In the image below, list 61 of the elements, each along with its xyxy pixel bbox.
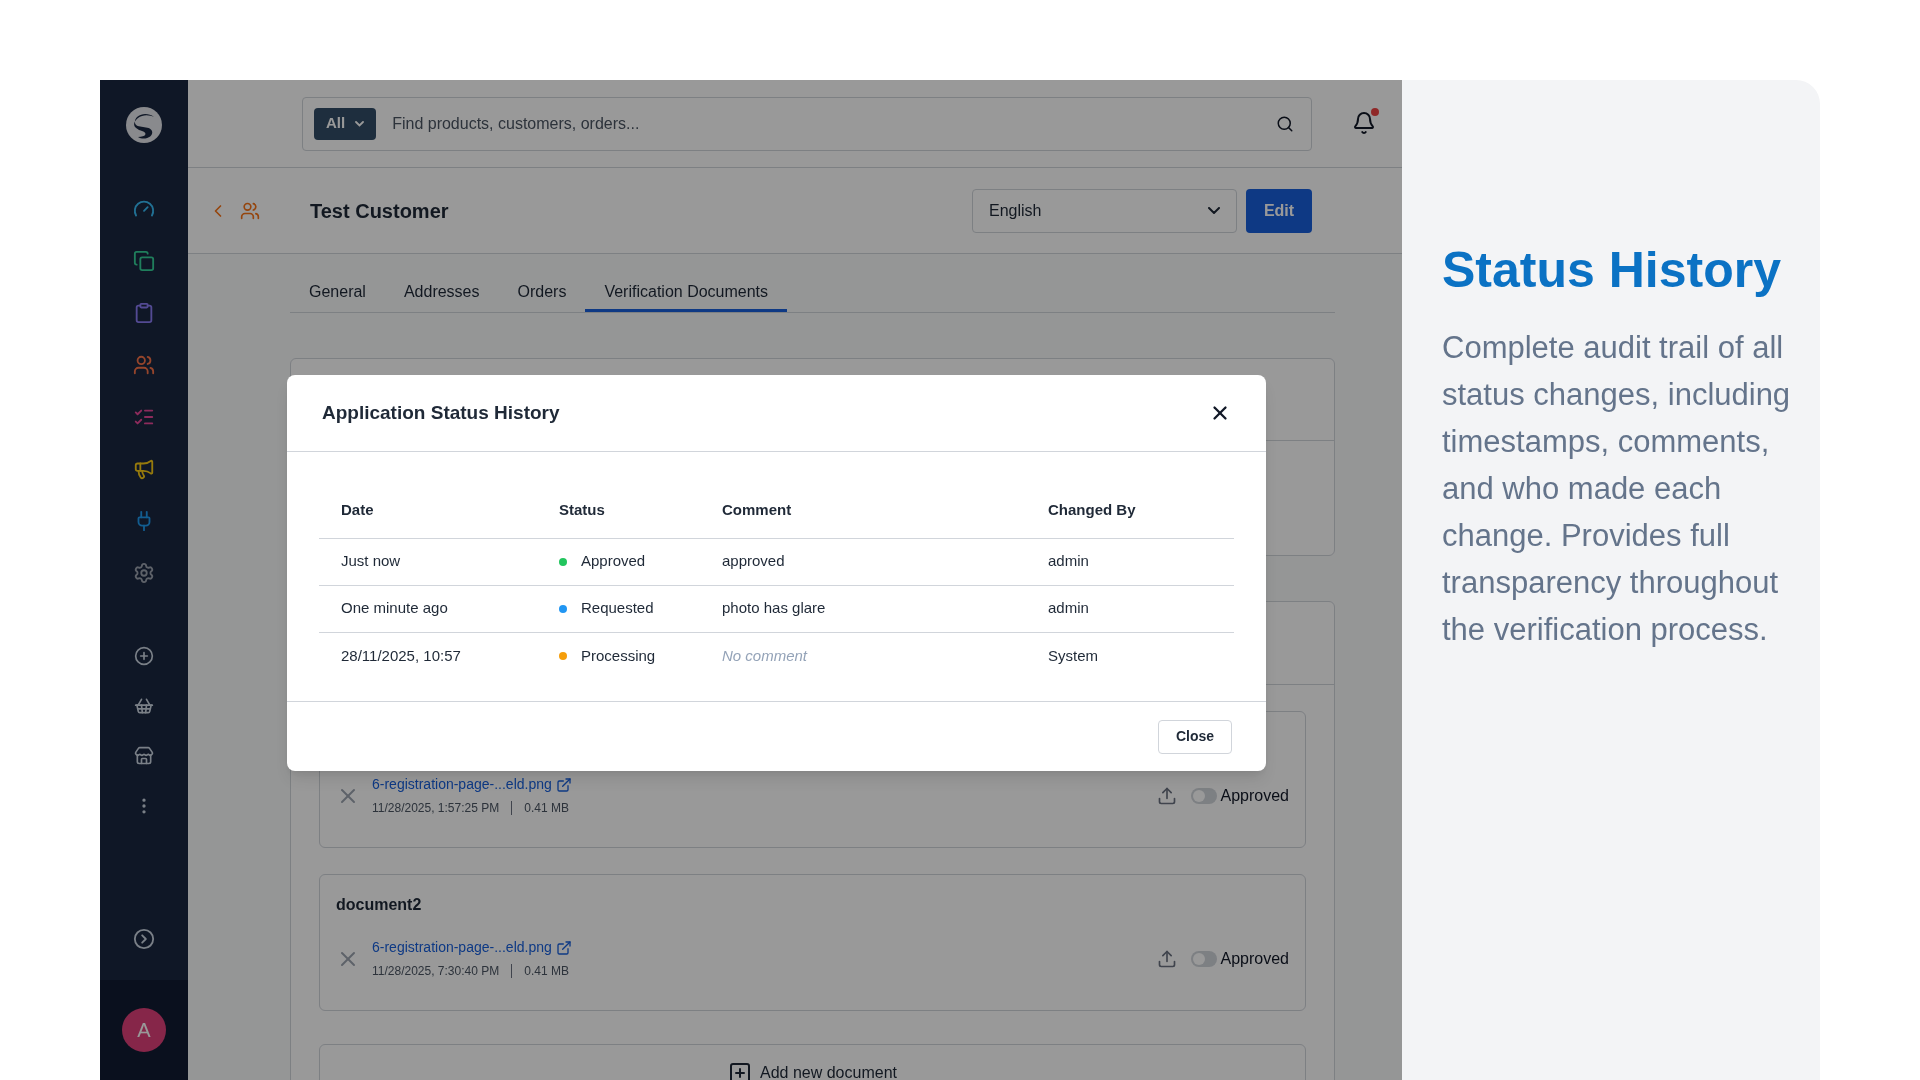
add-document-button[interactable]: Add new document <box>319 1044 1306 1080</box>
panel-description: Complete audit trail of all status changes, including timestamps, comments, and who made each change. Provides full transparency throughout the verification process. <box>1442 329 1792 649</box>
document-title: document2 <box>336 895 423 915</box>
scope-dropdown[interactable]: All <box>314 107 377 140</box>
file-size: 0.41 MB <box>524 963 569 980</box>
column-header: Date <box>319 482 537 538</box>
modal-title: Application Status History <box>322 400 560 425</box>
chevron-down-icon <box>1208 207 1220 214</box>
column-header: Status <box>537 482 700 538</box>
file-link[interactable]: 6-registration-page-...eld.png <box>372 774 552 795</box>
status-text: Approved <box>581 551 646 572</box>
status-text: Requested <box>581 598 654 619</box>
bell-icon[interactable] <box>1352 110 1376 135</box>
logo-icon <box>124 105 164 145</box>
settings-icon[interactable] <box>132 562 156 584</box>
users-icon[interactable] <box>132 354 156 376</box>
chevron-down-icon <box>355 120 365 127</box>
comment-cell: approved <box>700 538 1026 585</box>
avatar[interactable]: A <box>122 1008 166 1052</box>
changed-by-cell: admin <box>1026 585 1234 632</box>
panel-title: Status History <box>1442 241 1782 300</box>
basket-icon[interactable] <box>133 696 155 716</box>
changed-by-cell: System <box>1026 632 1234 679</box>
close-button[interactable]: Close <box>1157 719 1232 754</box>
tab[interactable]: General <box>290 275 385 312</box>
status-label: Approved <box>1220 948 1289 969</box>
tab[interactable]: Verification Documents <box>585 275 788 312</box>
toggle-switch[interactable] <box>1190 950 1217 967</box>
upload-icon[interactable] <box>1156 785 1177 806</box>
upload-date: 11/28/2025, 1:57:25 PM <box>372 800 500 817</box>
upload-date: 11/28/2025, 7:30:40 PM <box>372 963 500 980</box>
date-cell: One minute ago <box>319 585 537 632</box>
upload-icon[interactable] <box>1156 948 1177 969</box>
comment-cell: No comment <box>700 632 1026 679</box>
tab[interactable]: Orders <box>498 275 586 312</box>
file-link[interactable]: 6-registration-page-...eld.png <box>372 937 552 958</box>
changed-by-cell: admin <box>1026 538 1234 585</box>
status-label: Approved <box>1220 785 1289 806</box>
search-icon[interactable] <box>1276 114 1294 133</box>
search-input[interactable]: Find products, customers, orders... <box>392 111 1276 136</box>
date-cell: 28/11/2025, 10:57 <box>319 632 537 679</box>
date-cell: Just now <box>319 538 537 585</box>
page-title: Test Customer <box>310 198 449 224</box>
edit-button[interactable]: Edit <box>1246 188 1312 233</box>
search-field[interactable]: All Find products, customers, orders... <box>302 96 1312 151</box>
status-text: Processing <box>581 645 656 666</box>
column-header: Comment <box>700 482 1026 538</box>
store-icon[interactable] <box>133 746 155 766</box>
external-link-icon[interactable] <box>555 776 572 793</box>
plus-circle-icon[interactable] <box>133 646 155 666</box>
toggle-switch[interactable] <box>1190 787 1217 804</box>
file-size: 0.41 MB <box>524 800 569 817</box>
tab[interactable]: Addresses <box>384 275 499 312</box>
users-icon <box>240 200 260 221</box>
language-select[interactable]: English <box>972 188 1237 233</box>
column-header: Changed By <box>1026 482 1234 538</box>
copy-icon[interactable] <box>132 250 156 272</box>
external-link-icon[interactable] <box>555 939 572 956</box>
comment-cell: photo has glare <box>700 585 1026 632</box>
expand-icon[interactable] <box>133 928 155 950</box>
megaphone-icon[interactable] <box>132 458 156 480</box>
